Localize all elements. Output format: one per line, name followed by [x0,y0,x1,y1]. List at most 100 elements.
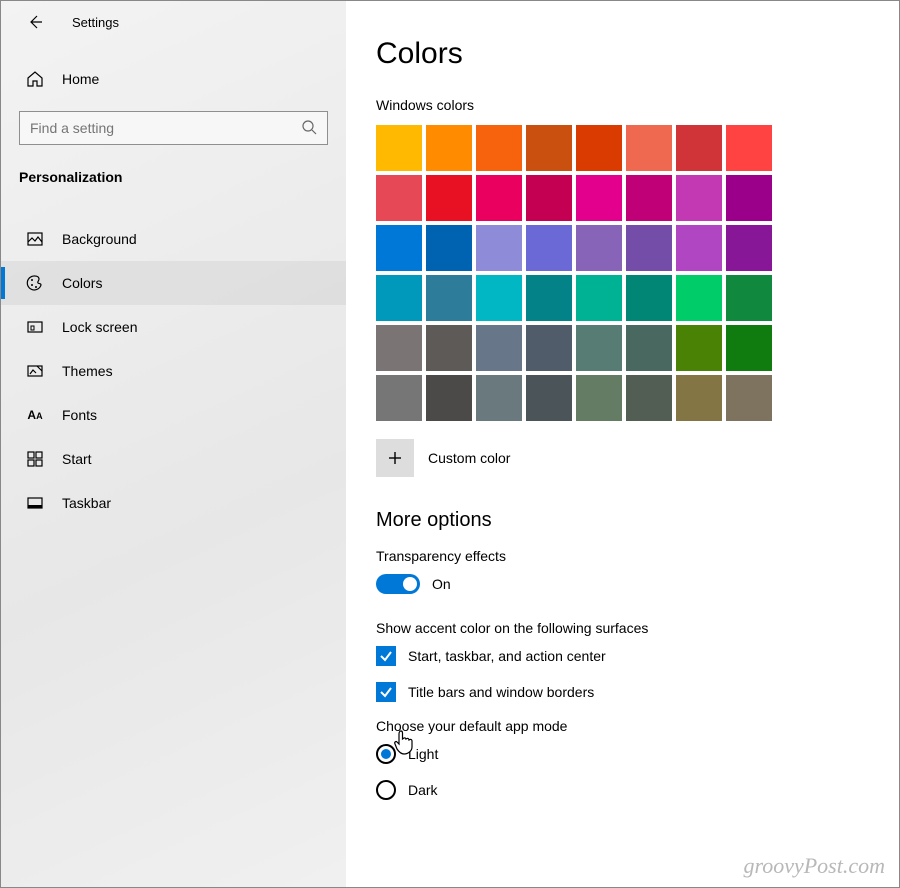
sidebar-item-start[interactable]: Start [1,437,346,481]
color-swatch[interactable] [726,125,772,171]
search-icon [301,119,317,138]
color-swatch-grid [376,125,879,421]
color-swatch[interactable] [476,325,522,371]
sidebar-item-colors[interactable]: Colors [1,261,346,305]
color-swatch[interactable] [576,225,622,271]
sidebar-item-taskbar[interactable]: Taskbar [1,481,346,525]
color-swatch[interactable] [576,275,622,321]
color-swatch[interactable] [576,125,622,171]
transparency-state: On [432,576,451,592]
color-swatch[interactable] [676,275,722,321]
default-mode-label: Choose your default app mode [376,718,879,734]
color-swatch[interactable] [526,275,572,321]
sidebar-item-label: Start [62,451,92,467]
topbar: Settings [1,1,346,37]
sidebar-item-label: Fonts [62,407,97,423]
color-swatch[interactable] [476,125,522,171]
themes-icon [26,362,44,380]
checkbox-start-taskbar[interactable] [376,646,396,666]
search-input[interactable] [30,120,301,136]
color-swatch[interactable] [626,325,672,371]
radio-light-label: Light [408,746,438,762]
picture-icon [26,230,44,248]
color-swatch[interactable] [726,375,772,421]
window-title: Settings [72,15,119,30]
color-swatch[interactable] [726,325,772,371]
transparency-label: Transparency effects [376,548,879,564]
palette-icon [26,274,44,292]
sidebar-item-label: Background [62,231,137,247]
color-swatch[interactable] [676,175,722,221]
color-swatch[interactable] [376,175,422,221]
sidebar-item-lockscreen[interactable]: Lock screen [1,305,346,349]
color-swatch[interactable] [576,175,622,221]
sidebar-item-themes[interactable]: Themes [1,349,346,393]
color-swatch[interactable] [426,175,472,221]
color-swatch[interactable] [726,275,772,321]
search-box[interactable] [19,111,328,145]
color-swatch[interactable] [526,375,572,421]
radio-dark-label: Dark [408,782,438,798]
radio-dark[interactable] [376,780,396,800]
color-swatch[interactable] [376,125,422,171]
checkbox-start-label: Start, taskbar, and action center [408,648,606,664]
color-swatch[interactable] [376,375,422,421]
color-swatch[interactable] [476,275,522,321]
color-swatch[interactable] [376,275,422,321]
color-swatch[interactable] [676,325,722,371]
color-swatch[interactable] [526,125,572,171]
color-swatch[interactable] [426,375,472,421]
color-swatch[interactable] [676,375,722,421]
checkbox-titlebars-label: Title bars and window borders [408,684,594,700]
more-options-heading: More options [376,509,879,532]
start-icon [26,450,44,468]
settings-window: Settings Home Personalization Background… [0,0,900,888]
color-swatch[interactable] [676,125,722,171]
taskbar-icon [26,494,44,512]
plus-icon [376,439,414,477]
color-swatch[interactable] [626,175,672,221]
color-swatch[interactable] [476,175,522,221]
color-swatch[interactable] [526,325,572,371]
color-swatch[interactable] [376,225,422,271]
radio-light[interactable] [376,744,396,764]
transparency-toggle[interactable] [376,574,420,594]
color-swatch[interactable] [626,275,672,321]
lockscreen-icon [26,318,44,336]
color-swatch[interactable] [626,225,672,271]
sidebar-item-label: Colors [62,275,102,291]
color-swatch[interactable] [576,375,622,421]
color-swatch[interactable] [476,375,522,421]
color-swatch[interactable] [426,325,472,371]
accent-surfaces-label: Show accent color on the following surfa… [376,620,879,636]
color-swatch[interactable] [576,325,622,371]
sidebar-item-fonts[interactable]: AA Fonts [1,393,346,437]
sidebar-item-background[interactable]: Background [1,217,346,261]
fonts-icon: AA [26,406,44,424]
sidebar-nav: Background Colors Lock screen Themes AA … [1,217,346,525]
color-swatch[interactable] [526,175,572,221]
page-title: Colors [376,37,879,71]
color-swatch[interactable] [426,275,472,321]
color-swatch[interactable] [376,325,422,371]
color-swatch[interactable] [426,125,472,171]
color-swatch[interactable] [626,125,672,171]
color-swatch[interactable] [626,375,672,421]
sidebar-home[interactable]: Home [1,59,346,99]
custom-color-label: Custom color [428,450,510,466]
checkbox-titlebars[interactable] [376,682,396,702]
color-swatch[interactable] [726,225,772,271]
sidebar-home-label: Home [62,71,99,87]
main-pane: Colors Windows colors Custom color More … [346,1,899,887]
custom-color-button[interactable]: Custom color [376,439,879,477]
color-swatch[interactable] [676,225,722,271]
home-icon [26,70,44,88]
back-icon[interactable] [26,13,44,31]
color-swatch[interactable] [526,225,572,271]
color-swatch[interactable] [476,225,522,271]
windows-colors-label: Windows colors [376,97,879,113]
sidebar-item-label: Taskbar [62,495,111,511]
color-swatch[interactable] [426,225,472,271]
color-swatch[interactable] [726,175,772,221]
sidebar-item-label: Themes [62,363,113,379]
